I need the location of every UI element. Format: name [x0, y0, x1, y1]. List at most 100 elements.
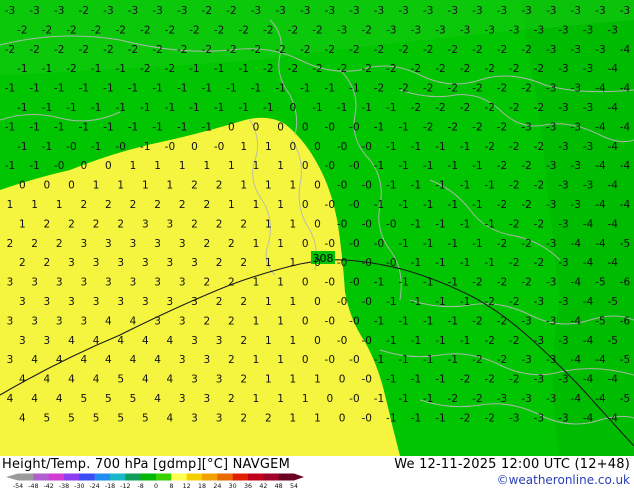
grid-value: -2	[448, 44, 458, 56]
grid-value: -4	[571, 354, 582, 366]
scale-segment	[110, 473, 126, 481]
grid-value: -0	[337, 296, 347, 308]
grid-value: -1	[91, 102, 101, 114]
grid-value: -2	[54, 44, 64, 56]
grid-value: 0	[68, 180, 75, 192]
grid-value: -1	[398, 121, 408, 133]
grid-value: -1	[386, 102, 396, 114]
grid-value: 1	[253, 393, 260, 405]
grid-value: 1	[265, 141, 272, 153]
grid-value: 0	[302, 199, 309, 211]
grid-value: -2	[472, 354, 482, 366]
grid-value: 3	[68, 257, 75, 269]
grid-value: -3	[29, 5, 39, 17]
grid-value: -2	[411, 102, 421, 114]
grid-value: -0	[349, 393, 359, 405]
grid-value: 3	[80, 238, 87, 250]
grid-value: -0	[361, 257, 371, 269]
grid-value: -1	[140, 102, 150, 114]
grid-value: 2	[240, 218, 247, 230]
grid-value: 0	[290, 102, 297, 114]
grid-value: -1	[312, 102, 322, 114]
credit-link[interactable]: ©weatheronline.co.uk	[497, 473, 630, 487]
grid-value: 3	[56, 315, 63, 327]
grid-value: -1	[398, 393, 408, 405]
grid-value: -0	[361, 374, 371, 386]
grid-value: -1	[423, 354, 433, 366]
grid-value: -1	[460, 335, 470, 347]
grid-value: 2	[240, 374, 247, 386]
grid-value: 3	[80, 277, 87, 289]
grid-value: -4	[583, 335, 594, 347]
grid-value: 2	[179, 199, 186, 211]
grid-value: 1	[154, 160, 161, 172]
grid-value: 4	[167, 374, 174, 386]
grid-value: -1	[411, 257, 421, 269]
grid-value: 1	[265, 335, 272, 347]
grid-value: -1	[411, 374, 421, 386]
valid-time: We 12-11-2025 12:00 UTC (12+48)	[394, 457, 630, 472]
grid-value: 1	[290, 412, 297, 424]
grid-value: -1	[472, 238, 482, 250]
grid-value: -3	[558, 102, 568, 114]
grid-value: -4	[583, 257, 594, 269]
grid-value: -1	[484, 257, 494, 269]
grid-value: 0	[80, 160, 87, 172]
grid-value: -1	[460, 180, 470, 192]
grid-value: -2	[423, 121, 433, 133]
grid-value: 2	[240, 296, 247, 308]
grid-value: -1	[337, 102, 347, 114]
grid-value: 3	[179, 238, 186, 250]
grid-value: 3	[7, 277, 14, 289]
scale-segment	[186, 473, 203, 481]
grid-value: -1	[361, 102, 371, 114]
grid-value: 5	[130, 393, 137, 405]
grid-value: 1	[117, 180, 124, 192]
grid-value: 1	[265, 257, 272, 269]
grid-value: -2	[509, 296, 519, 308]
grid-value: 4	[167, 335, 174, 347]
scale-label: -18	[105, 483, 115, 489]
grid-value: 0	[339, 412, 346, 424]
scale-segment	[171, 473, 187, 481]
grid-value: -1	[103, 83, 113, 95]
grid-value: 2	[228, 277, 235, 289]
grid-value: -2	[509, 335, 519, 347]
grid-value: -2	[509, 374, 519, 386]
grid-value: 3	[191, 335, 198, 347]
grid-value: 0	[228, 121, 235, 133]
grid-value: -4	[607, 180, 618, 192]
grid-value: 4	[80, 354, 87, 366]
grid-value: -1	[398, 160, 408, 172]
grid-value: -1	[79, 83, 89, 95]
grid-value: 1	[93, 180, 100, 192]
grid-value: -2	[521, 238, 531, 250]
grid-value: 3	[7, 315, 14, 327]
grid-value: -4	[620, 44, 631, 56]
grid-value: -3	[558, 24, 568, 36]
grid-value: -3	[509, 24, 519, 36]
grid-value: 1	[253, 238, 260, 250]
grid-value: -0	[325, 238, 335, 250]
grid-value: 2	[191, 180, 198, 192]
grid-value: -1	[386, 141, 396, 153]
scale-label: -30	[74, 483, 84, 489]
grid-value: 1	[290, 296, 297, 308]
grid-value: -3	[558, 335, 568, 347]
grid-value: 1	[179, 160, 186, 172]
grid-value: 3	[142, 296, 149, 308]
grid-value: -2	[288, 24, 298, 36]
grid-value: -2	[275, 44, 285, 56]
grid-value: -1	[251, 83, 261, 95]
grid-value: 3	[142, 218, 149, 230]
grid-value: 2	[44, 218, 51, 230]
grid-value: -2	[42, 24, 52, 36]
grid-value: -3	[251, 5, 261, 17]
grid-value: -1	[29, 83, 39, 95]
grid-value: 1	[314, 412, 321, 424]
grid-value: -2	[66, 24, 76, 36]
grid-value: -3	[534, 335, 544, 347]
grid-value: -2	[460, 374, 470, 386]
grid-value: -3	[497, 393, 507, 405]
grid-value: -2	[509, 63, 519, 75]
